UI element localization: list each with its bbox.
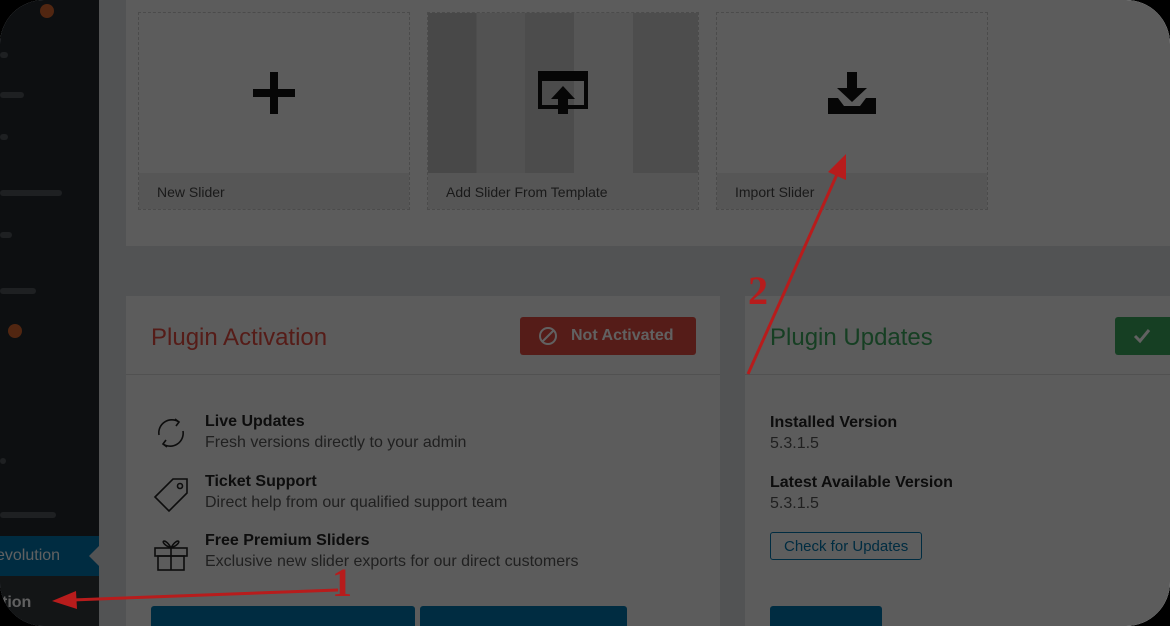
active-indicator (89, 546, 99, 566)
installed-version-value: 5.3.1.5 (770, 435, 819, 452)
screen-frame: evolution tion New Slider Add Slider Fro… (0, 0, 1170, 626)
plugin-updates-card: Plugin Updates Installed Version 5.3.1.5… (745, 296, 1170, 626)
sidebar-subitem-activation[interactable]: tion (0, 576, 99, 626)
gift-icon (154, 540, 188, 571)
feature-desc: Fresh versions directly to your admin (205, 434, 467, 451)
refresh-icon (158, 418, 184, 448)
ban-icon (539, 327, 557, 345)
feature-title: Free Premium Sliders (205, 532, 370, 549)
feature-title: Live Updates (205, 413, 305, 430)
sidebar-item-slider-revolution[interactable]: evolution (0, 536, 99, 576)
card-header: Plugin Activation Not Activated (126, 296, 720, 375)
new-slider-tile[interactable]: New Slider (138, 12, 410, 210)
tile-label: Import Slider (717, 173, 987, 209)
sidebar-item[interactable] (0, 86, 99, 104)
card-title: Plugin Updates (770, 324, 933, 351)
import-slider-tile[interactable]: Import Slider (716, 12, 988, 210)
checkmark-icon (1133, 329, 1151, 344)
plus-icon (253, 72, 295, 114)
tile-label: New Slider (139, 173, 409, 209)
not-activated-badge: Not Activated (520, 317, 696, 355)
add-slider-from-template-tile[interactable]: Add Slider From Template (427, 12, 699, 210)
latest-version-label: Latest Available Version (770, 474, 953, 491)
update-button[interactable] (770, 606, 882, 626)
sidebar-item[interactable] (0, 226, 99, 244)
card-header: Plugin Updates (745, 296, 1170, 375)
slider-tiles-panel: New Slider Add Slider From Template Impo… (126, 0, 1170, 246)
sidebar-item[interactable] (0, 506, 99, 524)
up-to-date-badge (1115, 317, 1170, 355)
register-slider-revolution-button[interactable] (151, 606, 415, 626)
template-upload-icon (538, 71, 588, 114)
notification-bubble (40, 4, 54, 18)
admin-sidebar: evolution tion (0, 0, 99, 626)
tag-icon (153, 478, 188, 513)
sidebar-item[interactable] (0, 452, 99, 470)
check-for-updates-button[interactable]: Check for Updates (770, 532, 923, 560)
feature-desc: Direct help from our qualified support t… (205, 494, 508, 511)
sidebar-item[interactable] (0, 46, 99, 64)
badge-label: Not Activated (571, 327, 674, 344)
sidebar-item[interactable] (0, 282, 99, 300)
tile-label: Add Slider From Template (428, 173, 698, 209)
plugin-activation-card: Plugin Activation Not Activated Live Upd… (126, 296, 720, 626)
sidebar-subitem-label: tion (2, 594, 32, 611)
sidebar-item[interactable] (0, 128, 99, 146)
sidebar-item[interactable] (0, 184, 99, 202)
register-domain-button[interactable] (420, 606, 627, 626)
import-download-icon (828, 72, 876, 114)
notification-bubble (8, 324, 22, 338)
installed-version-label: Installed Version (770, 414, 898, 431)
feature-desc: Exclusive new slider exports for our dir… (205, 553, 579, 570)
sidebar-item-label: evolution (0, 547, 61, 564)
card-title: Plugin Activation (151, 324, 328, 351)
feature-title: Ticket Support (205, 473, 317, 490)
latest-version-value: 5.3.1.5 (770, 495, 819, 512)
